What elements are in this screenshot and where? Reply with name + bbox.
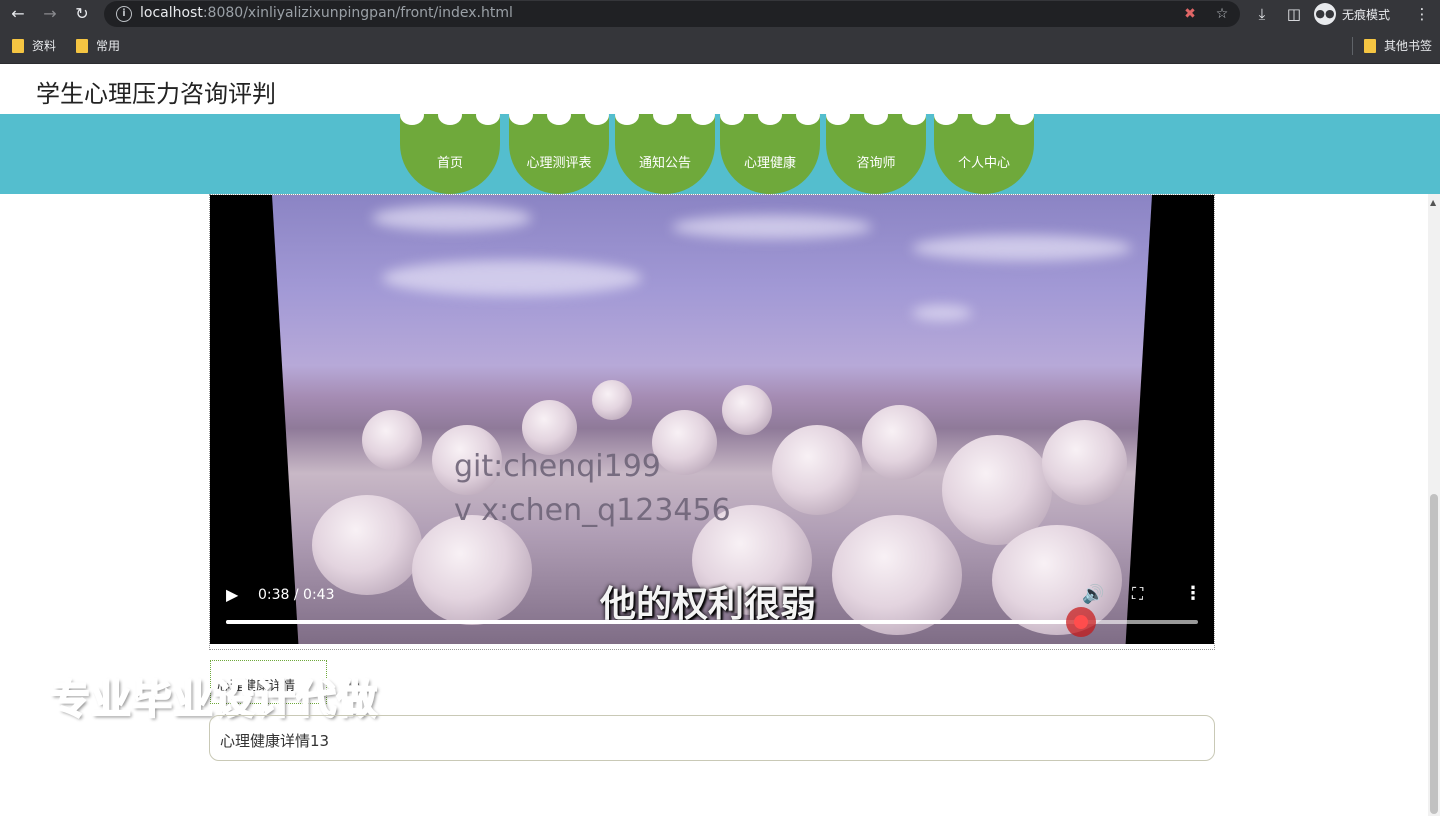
url-path: :8080/xinliyalizixunpingpan/front/index.… [202,5,513,21]
progress-fill [226,620,1082,624]
site-header: 学生心理压力咨询评判 [0,64,1440,114]
cotton-ball [832,515,962,635]
scroll-up-icon[interactable]: ▲ [1430,198,1436,207]
video-cloud [382,260,642,296]
nav-notices[interactable]: 通知公告 [615,105,715,194]
back-arrow-icon[interactable]: ← [8,4,28,24]
nav-home[interactable]: 首页 [400,105,500,194]
video-cloud [672,215,872,239]
watermark-line-1: git:chenqi199 [454,449,661,484]
nav-decoration [476,105,500,125]
folder-icon [1364,38,1376,53]
blocked-icon[interactable]: ✖ [1180,4,1200,24]
video-container: git:chenqi199 v x:chen_q123456 他的权利很弱 ▶ … [209,194,1215,650]
nav-decoration [400,105,424,125]
reload-icon[interactable]: ↻ [72,4,92,24]
bookmarks-bar: 资料 常用 其他书签 [0,28,1440,64]
nav-assessment[interactable]: 心理测评表 [509,105,609,194]
folder-icon [12,38,24,53]
incognito-icon: ●● [1314,3,1336,25]
nav-counselors[interactable]: 咨询师 [826,105,926,194]
nav-decoration [615,105,639,125]
star-icon[interactable]: ☆ [1212,4,1232,24]
nav-decoration [547,105,571,125]
video-cloud [912,305,972,321]
nav-decoration [438,105,462,125]
info-icon[interactable]: i [116,6,132,22]
nav-decoration [1010,105,1034,125]
cotton-ball [592,380,632,420]
cotton-ball [772,425,862,515]
url-host: localhost [140,5,203,21]
nav-decoration [902,105,926,125]
download-icon[interactable]: ⤓ [1252,4,1272,24]
page-scrollbar[interactable]: ▲ [1428,194,1440,816]
folder-icon [76,38,88,53]
nav-label: 首页 [436,156,463,171]
nav-label: 通知公告 [638,156,691,171]
video-cloud [912,235,1132,261]
nav-decoration [653,105,677,125]
video-cloud [372,205,532,231]
more-options-icon[interactable]: ⋮ [1184,583,1202,604]
cotton-ball [722,385,772,435]
page-viewport: 学生心理压力咨询评判 首页 心理测评表 通知公告 心理健康 咨询师 个人中心 g… [0,64,1440,816]
cotton-ball [652,410,717,475]
kebab-menu-icon[interactable]: ⋮ [1412,4,1432,24]
play-icon[interactable]: ▶ [226,585,238,604]
bookmark-label: 常用 [96,39,121,53]
forward-arrow-icon[interactable]: → [40,4,60,24]
nav-profile[interactable]: 个人中心 [934,105,1034,194]
url-text[interactable]: localhost:8080/xinliyalizixunpingpan/fro… [140,5,513,21]
bookmark-folder[interactable]: 常用 [76,37,120,54]
nav-decoration [934,105,958,125]
nav-label: 咨询师 [856,156,896,171]
main-nav: 首页 心理测评表 通知公告 心理健康 咨询师 个人中心 [0,105,1440,194]
nav-decoration [509,105,533,125]
nav-decoration [720,105,744,125]
incognito-label: 无痕模式 [1342,7,1391,22]
nav-label: 心理健康 [743,156,796,171]
incognito-indicator[interactable]: ●● 无痕模式 [1314,2,1390,26]
nav-label: 个人中心 [957,156,1010,171]
nav-label: 心理测评表 [526,156,592,171]
nav-decoration [826,105,850,125]
cotton-ball [1042,420,1127,505]
cotton-ball [862,405,937,480]
video-time: 0:38 / 0:43 [258,587,335,603]
nav-mental-health[interactable]: 心理健康 [720,105,820,194]
volume-icon[interactable]: 🔊 [1082,584,1104,605]
other-bookmarks[interactable]: 其他书签 [1364,37,1432,54]
nav-decoration [796,105,820,125]
browser-toolbar: ← → ↻ i localhost:8080/xinliyalizixunpin… [0,0,1440,28]
fullscreen-icon[interactable]: ⛶ [1132,584,1143,604]
scroll-thumb[interactable] [1430,494,1438,814]
cotton-ball [312,495,422,595]
nav-decoration [758,105,782,125]
bookmark-label: 资料 [32,39,57,53]
site-title: 学生心理压力咨询评判 [36,80,276,108]
nav-decoration [585,105,609,125]
other-bookmarks-label: 其他书签 [1384,39,1433,53]
cotton-ball [992,525,1122,635]
nav-decoration [691,105,715,125]
bookmark-folder[interactable]: 资料 [12,37,56,54]
cotton-ball [412,515,532,625]
cotton-ball [362,410,422,470]
nav-decoration [864,105,888,125]
bookmark-divider [1352,37,1353,55]
video-player[interactable]: git:chenqi199 v x:chen_q123456 他的权利很弱 ▶ … [210,195,1214,644]
address-bar[interactable]: i localhost:8080/xinliyalizixunpingpan/f… [104,1,1240,27]
nav-decoration [972,105,996,125]
progress-bar[interactable] [226,615,1198,629]
detail-content: 心理健康详情13 [209,715,1215,761]
side-panel-icon[interactable]: ◫ [1284,4,1304,24]
cotton-ball [522,400,577,455]
watermark-line-2: v x:chen_q123456 [454,493,731,528]
